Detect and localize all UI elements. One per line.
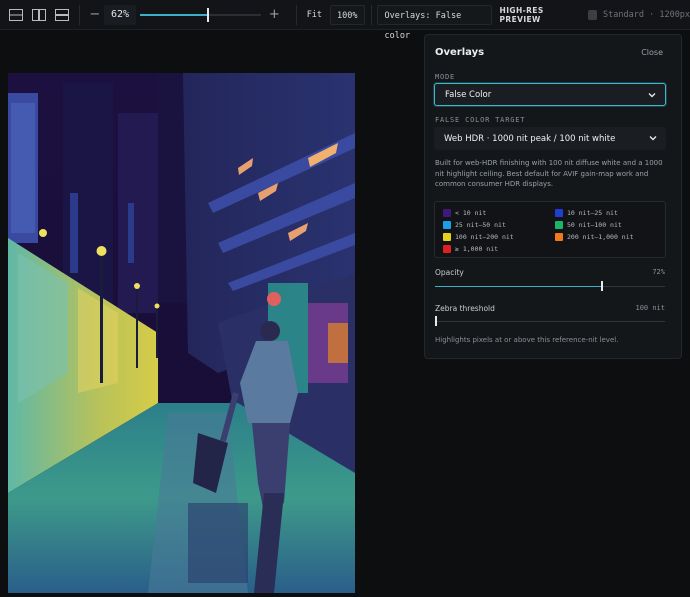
legend-swatch <box>443 221 451 229</box>
legend-label: 50 nit–100 nit <box>567 221 622 229</box>
legend-label: 10 nit–25 nit <box>567 209 618 217</box>
legend-label: 200 nit–1,000 nit <box>567 233 634 241</box>
zoom-slider-handle[interactable] <box>206 7 209 22</box>
legend-label: 100 nit–200 nit <box>455 233 514 241</box>
legend-item: 25 nit–50 nit <box>443 221 506 229</box>
zebra-slider[interactable] <box>435 315 665 329</box>
target-description: Built for web-HDR finishing with 100 nit… <box>435 159 663 188</box>
opacity-slider-handle[interactable] <box>601 281 603 291</box>
legend-item: 200 nit–1,000 nit <box>555 233 634 241</box>
overlays-button[interactable]: Overlays: False color <box>377 4 492 41</box>
legend-label: ≥ 1,000 nit <box>455 245 499 253</box>
false-color-legend: < 10 nit 10 nit–25 nit 25 nit–50 nit 50 … <box>434 201 666 258</box>
toolbar-divider <box>370 4 372 25</box>
mode-select[interactable]: False Color <box>434 83 666 106</box>
fit-button[interactable]: Fit <box>303 5 326 25</box>
legend-swatch <box>555 209 563 217</box>
split-layout-icon <box>32 8 47 21</box>
target-label: FALSE COLOR TARGET <box>435 116 526 124</box>
single-layout-icon <box>8 8 23 21</box>
legend-item: < 10 nit <box>443 209 486 217</box>
zebra-slider-track <box>435 321 665 322</box>
hires-preview-label: HIGH-RES PREVIEW <box>499 5 544 24</box>
zoom-slider[interactable] <box>139 5 261 25</box>
zebra-value: 100 nit <box>635 304 665 312</box>
zebra-slider-handle[interactable] <box>435 316 437 326</box>
mode-label: MODE <box>435 73 456 81</box>
legend-label: 25 nit–50 nit <box>455 221 506 229</box>
image-canvas[interactable] <box>8 73 355 593</box>
legend-swatch <box>443 233 451 241</box>
toolbar: − 62% + Fit 100% Overlays: False color H… <box>0 0 690 41</box>
mode-select-value: False Color <box>445 89 492 100</box>
single-view-button[interactable] <box>6 4 26 26</box>
close-button[interactable]: Close <box>641 48 663 57</box>
zoom-out-button[interactable]: − <box>86 7 105 22</box>
zebra-label: Zebra threshold <box>435 304 495 313</box>
overlays-panel: Overlays Close MODE False Color FALSE CO… <box>424 34 682 359</box>
legend-item: 100 nit–200 nit <box>443 233 514 241</box>
legend-item: 10 nit–25 nit <box>555 209 618 217</box>
legend-item: ≥ 1,000 nit <box>443 245 498 253</box>
opacity-value: 72% <box>652 268 665 276</box>
zoom-in-button[interactable]: + <box>267 7 282 22</box>
chevron-down-icon <box>649 136 657 141</box>
legend-swatch <box>443 245 451 253</box>
zoom-100-button[interactable]: 100% <box>330 4 365 25</box>
target-select-value: Web HDR · 1000 nit peak / 100 nit white <box>444 133 616 144</box>
split-view-button[interactable] <box>29 4 49 26</box>
stacked-view-button[interactable] <box>52 4 72 26</box>
chevron-down-icon <box>648 93 656 98</box>
target-select[interactable]: Web HDR · 1000 nit peak / 100 nit white <box>434 127 666 150</box>
legend-label: < 10 nit <box>455 209 487 217</box>
false-color-preview-image <box>8 73 355 593</box>
legend-swatch <box>555 233 563 241</box>
panel-title: Overlays <box>435 47 485 58</box>
toolbar-divider <box>78 4 80 25</box>
toolbar-divider <box>295 4 297 25</box>
legend-swatch <box>443 209 451 217</box>
zoom-slider-fill <box>139 13 207 16</box>
zebra-hint: Highlights pixels at or above this refer… <box>435 336 619 344</box>
hires-preview-checkbox[interactable] <box>587 9 598 20</box>
resolution-label: Standard · 1200px <box>603 9 690 20</box>
legend-item: 50 nit–100 nit <box>555 221 622 229</box>
legend-swatch <box>555 221 563 229</box>
opacity-slider-fill <box>435 286 601 287</box>
zoom-value[interactable]: 62% <box>104 4 136 25</box>
opacity-label: Opacity <box>435 268 464 277</box>
opacity-slider[interactable] <box>435 280 665 294</box>
stacked-layout-icon <box>55 8 70 21</box>
